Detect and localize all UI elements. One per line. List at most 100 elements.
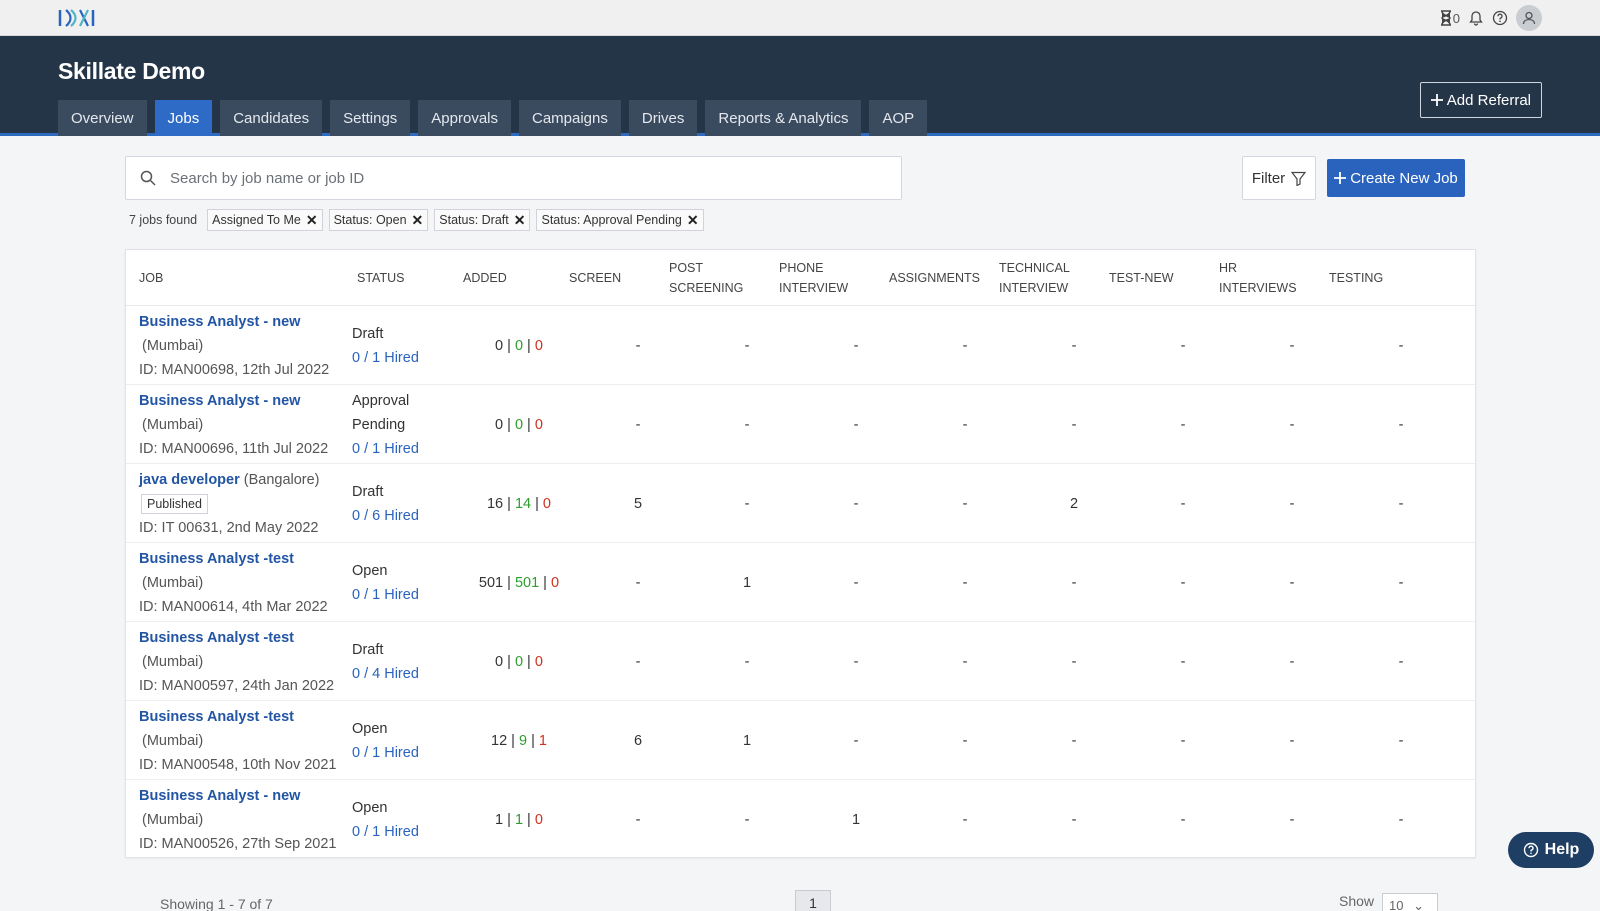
stage-count[interactable]: 2 [1034,464,1114,543]
close-icon[interactable]: ✕ [514,212,526,229]
hired-link[interactable]: 0 / 6 Hired [352,504,472,528]
user-avatar[interactable] [1516,5,1542,31]
hired-link[interactable]: 0 / 1 Hired [352,346,472,370]
app-logo[interactable] [58,7,96,29]
added-total[interactable]: 12 [491,733,507,749]
help-button[interactable]: Help [1508,832,1594,868]
added-accepted[interactable]: 0 [515,654,523,670]
separator: | [503,416,515,433]
stage-count[interactable]: 1 [707,701,787,780]
added-total[interactable]: 0 [495,338,503,354]
status-cell: Draft 0 / 4 Hired [352,622,472,701]
added-accepted[interactable]: 14 [515,496,531,512]
separator: | [503,574,515,591]
hourglass-button[interactable]: 0 [1439,10,1460,26]
page-size-select[interactable]: 10 ⌄ [1382,893,1439,911]
added-rejected[interactable]: 1 [539,733,547,749]
status-cell: Open 0 / 1 Hired [352,780,472,859]
tab-drives[interactable]: Drives [628,100,698,136]
filter-button[interactable]: Filter [1242,156,1316,200]
separator: | [507,732,519,749]
tab-reports-analytics[interactable]: Reports & Analytics [705,100,862,136]
added-rejected[interactable]: 0 [535,338,543,354]
job-status: Draft [352,325,384,342]
job-name-link[interactable]: Business Analyst -test [139,551,294,567]
hired-link[interactable]: 0 / 4 Hired [352,662,472,686]
stage-count: - [635,811,641,828]
hired-link[interactable]: 0 / 1 Hired [352,741,472,765]
job-location: (Bangalore) [243,472,320,488]
create-new-job-button[interactable]: Create New Job [1327,159,1465,197]
stage-count[interactable]: 5 [598,464,678,543]
add-referral-label: Add Referral [1446,91,1531,109]
app-header: Skillate Demo Overview Jobs Candidates Sett… [0,36,1600,136]
job-location: (Mumbai) [142,417,204,433]
column-header: POST SCREENING [669,261,744,295]
tab-approvals[interactable]: Approvals [418,100,511,136]
hired-link[interactable]: 0 / 1 Hired [352,820,472,844]
job-location: (Mumbai) [142,338,204,354]
filter-chip: Status: Draft ✕ [434,209,531,231]
separator: | [523,811,535,828]
hired-link[interactable]: 0 / 1 Hired [352,437,472,461]
job-name-link[interactable]: Business Analyst -test [139,630,294,646]
added-accepted[interactable]: 0 [515,417,523,433]
job-name-link[interactable]: Business Analyst - new [139,314,300,330]
stage-count[interactable]: 1 [816,780,896,859]
stage-count[interactable]: 1 [707,543,787,622]
stage-count: - [1180,416,1186,433]
added-rejected[interactable]: 0 [543,496,551,512]
added-rejected[interactable]: 0 [535,654,543,670]
added-rejected[interactable]: 0 [535,417,543,433]
close-icon[interactable]: ✕ [306,212,318,229]
job-name-link[interactable]: Business Analyst - new [139,788,300,804]
tab-jobs[interactable]: Jobs [154,100,213,136]
add-referral-button[interactable]: Add Referral [1419,82,1542,118]
column-header: HR INTERVIEWS [1219,261,1297,295]
jobs-found-count: 7 jobs found [129,213,198,227]
added-total[interactable]: 501 [479,575,503,591]
column-header: TESTING [1329,271,1384,285]
job-name-link[interactable]: java developer [139,472,240,488]
job-id: ID: MAN00696, 11th Jul 2022 [139,441,329,457]
help-label: Help [1544,841,1580,858]
page-1-button[interactable]: 1 [795,890,831,911]
tab-aop[interactable]: AOP [869,100,928,136]
column-header: PHONE INTERVIEW [779,261,849,295]
stage-count[interactable]: 6 [598,701,678,780]
job-cell: Business Analyst - new (Mumbai) ID: MAN006… [139,310,339,382]
plus-icon [1430,94,1443,106]
added-total[interactable]: 16 [487,496,503,512]
added-total[interactable]: 0 [495,417,503,433]
separator: | [539,574,551,591]
job-name-link[interactable]: Business Analyst - new [139,393,300,409]
added-rejected[interactable]: 0 [551,575,559,591]
added-accepted[interactable]: 0 [515,338,523,354]
notifications-button[interactable] [1468,10,1484,26]
help-menu-button[interactable] [1492,10,1508,26]
tab-overview[interactable]: Overview [58,100,147,136]
tab-campaigns[interactable]: Campaigns [519,100,621,136]
stage-count: - [635,574,641,591]
job-name-link[interactable]: Business Analyst -test [139,709,294,725]
added-total[interactable]: 1 [495,812,503,828]
search-field[interactable]: Search by job name or job ID [125,156,902,200]
column-header: TECHNICAL INTERVIEW [999,261,1070,295]
added-rejected[interactable]: 0 [535,812,543,828]
close-icon[interactable]: ✕ [687,212,699,229]
close-icon[interactable]: ✕ [412,212,424,229]
search-input[interactable]: Search by job name or job ID [170,170,364,187]
tab-candidates[interactable]: Candidates [220,100,323,136]
stage-count: - [853,653,859,670]
chevron-down-icon: ⌄ [1413,898,1425,911]
added-total[interactable]: 0 [495,654,503,670]
status-cell: Draft 0 / 6 Hired [352,464,472,543]
added-accepted[interactable]: 501 [515,575,539,591]
added-accepted[interactable]: 1 [515,812,523,828]
tab-settings[interactable]: Settings [330,100,411,136]
separator: | [503,495,515,512]
job-status: Open [352,562,388,579]
added-accepted[interactable]: 9 [519,733,527,749]
hired-link[interactable]: 0 / 1 Hired [352,583,472,607]
filter-chip-label: Status: Approval Pending [541,213,682,227]
